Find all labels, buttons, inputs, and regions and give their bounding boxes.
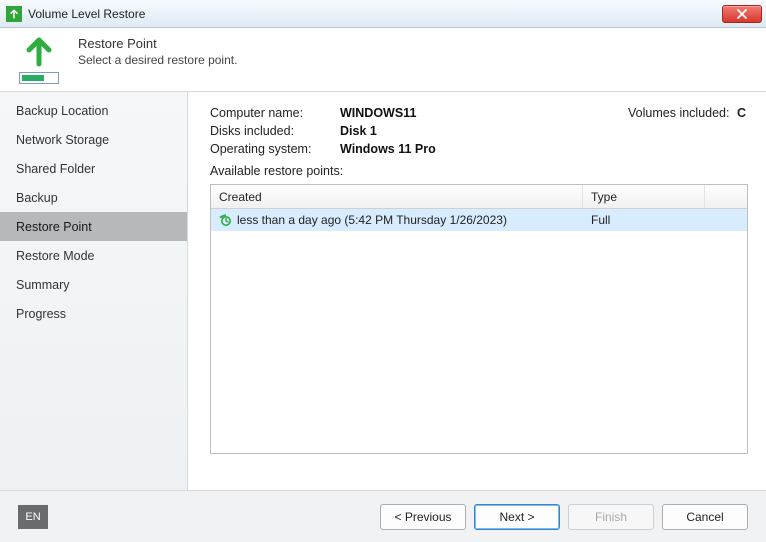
wizard-footer: EN < Previous Next > Finish Cancel xyxy=(0,490,766,542)
app-icon xyxy=(6,6,22,22)
os-label: Operating system: xyxy=(210,142,340,156)
wizard-header: Restore Point Select a desired restore p… xyxy=(0,28,766,92)
disks-value: Disk 1 xyxy=(340,124,748,138)
sidebar-item-network-storage[interactable]: Network Storage xyxy=(0,125,187,154)
sidebar-item-progress[interactable]: Progress xyxy=(0,299,187,328)
main-panel: Volumes included: C Computer name: WINDO… xyxy=(188,92,766,490)
available-points-label: Available restore points: xyxy=(210,164,748,178)
wizard-sidebar: Backup Location Network Storage Shared F… xyxy=(0,92,188,490)
wizard-icon xyxy=(14,34,64,84)
header-title: Restore Point xyxy=(78,36,237,51)
restore-point-row[interactable]: less than a day ago (5:42 PM Thursday 1/… xyxy=(211,209,747,231)
os-value: Windows 11 Pro xyxy=(340,142,748,156)
computer-name-label: Computer name: xyxy=(210,106,340,120)
col-type[interactable]: Type xyxy=(583,185,705,208)
volumes-label: Volumes included: xyxy=(628,106,729,120)
sidebar-item-restore-mode[interactable]: Restore Mode xyxy=(0,241,187,270)
restore-point-icon xyxy=(219,213,233,227)
volumes-included: Volumes included: C xyxy=(628,106,746,120)
disks-label: Disks included: xyxy=(210,124,340,138)
sidebar-item-backup-location[interactable]: Backup Location xyxy=(0,96,187,125)
grid-header: Created Type xyxy=(211,185,747,209)
cancel-button[interactable]: Cancel xyxy=(662,504,748,530)
window-title: Volume Level Restore xyxy=(28,7,722,21)
col-created[interactable]: Created xyxy=(211,185,583,208)
sidebar-item-backup[interactable]: Backup xyxy=(0,183,187,212)
col-spare xyxy=(705,185,747,208)
previous-button[interactable]: < Previous xyxy=(380,504,466,530)
volumes-value: C xyxy=(737,106,746,120)
language-badge[interactable]: EN xyxy=(18,505,48,529)
wizard-body: Backup Location Network Storage Shared F… xyxy=(0,92,766,490)
row-created: less than a day ago (5:42 PM Thursday 1/… xyxy=(237,213,507,227)
finish-button: Finish xyxy=(568,504,654,530)
next-button[interactable]: Next > xyxy=(474,504,560,530)
restore-points-grid: Created Type less than a day ago (5:42 P… xyxy=(210,184,748,454)
titlebar: Volume Level Restore xyxy=(0,0,766,28)
sidebar-item-summary[interactable]: Summary xyxy=(0,270,187,299)
progress-icon xyxy=(19,72,59,84)
sidebar-item-shared-folder[interactable]: Shared Folder xyxy=(0,154,187,183)
close-button[interactable] xyxy=(722,5,762,23)
row-type: Full xyxy=(583,213,705,227)
header-subtitle: Select a desired restore point. xyxy=(78,53,237,67)
sidebar-item-restore-point[interactable]: Restore Point xyxy=(0,212,187,241)
